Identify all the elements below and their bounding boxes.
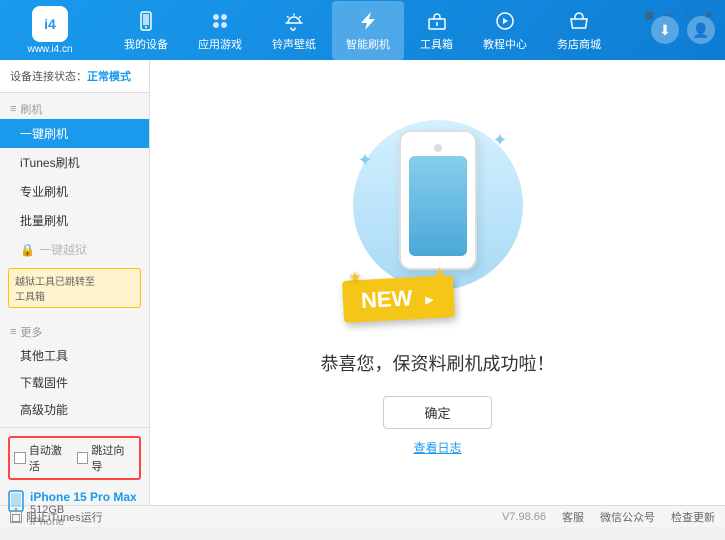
- notice-detail: 工具箱: [15, 288, 134, 303]
- maximize-button[interactable]: □: [681, 8, 697, 22]
- status-value: 正常模式: [87, 71, 131, 83]
- notice-title: 越狱工具已跳转至: [15, 273, 134, 288]
- app-logo: i4 www.i4.cn: [10, 6, 90, 55]
- apps-icon: [208, 9, 232, 33]
- lock-icon: 🔒: [20, 243, 35, 257]
- minimize-button[interactable]: ─: [661, 8, 677, 22]
- sidebar: 设备连接状态：正常模式 ≡ 刷机 一键刷机 iTunes刷机 专业刷机 批量刷机…: [0, 60, 150, 505]
- flash-section: ≡ 刷机 一键刷机 iTunes刷机 专业刷机 批量刷机 🔒 一键越狱 越狱工具…: [0, 93, 149, 316]
- nav-bar: 我的设备 应用游戏 铃声壁纸 智能刷机 工具箱: [110, 1, 651, 60]
- auto-guide-checkbox[interactable]: 跳过向导: [77, 442, 136, 474]
- footer-left: ☐ 阻止iTunes运行: [10, 509, 482, 525]
- nav-smart-flash[interactable]: 智能刷机: [332, 1, 404, 60]
- store-icon: [567, 9, 591, 33]
- toolbox-icon: [425, 9, 449, 33]
- checkbox-icon2: [77, 452, 89, 464]
- nav-label-ringtones: 铃声壁纸: [272, 36, 316, 52]
- ringtone-icon: [282, 9, 306, 33]
- auto-options-box: 自动激活 跳过向导: [8, 436, 141, 480]
- connection-status: 设备连接状态：正常模式: [0, 60, 149, 93]
- stop-itunes-checkbox[interactable]: ☐: [10, 511, 22, 523]
- nav-label-tutorial: 教程中心: [483, 36, 527, 52]
- confirm-button[interactable]: 确定: [383, 396, 491, 429]
- arrow-icon: ►: [422, 291, 437, 308]
- nav-label-store: 务店商城: [557, 36, 601, 52]
- sidebar-item-jailbreak: 🔒 一键越狱: [0, 235, 149, 264]
- sparkle-icon-2: ✦: [358, 150, 373, 171]
- more-icon: ≡: [10, 326, 16, 338]
- main-content: ✦ ✦ ★ NEW ★ ► 恭喜您，保资料刷机成功啦！ 确定 查看日志: [150, 60, 725, 505]
- nav-apps-games[interactable]: 应用游戏: [184, 1, 256, 60]
- nav-label-device: 我的设备: [124, 36, 168, 52]
- logo-icon: i4: [32, 6, 68, 42]
- star-left: ★: [349, 269, 360, 284]
- nav-label-toolbox: 工具箱: [420, 36, 453, 52]
- more-group-label: ≡ 更多: [0, 320, 149, 342]
- nav-toolbox[interactable]: 工具箱: [406, 1, 467, 60]
- device-name: iPhone 15 Pro Max: [30, 490, 137, 504]
- view-log-link[interactable]: 查看日志: [413, 439, 461, 456]
- logo-text: i4: [44, 16, 56, 32]
- jailbreak-notice: 越狱工具已跳转至 工具箱: [8, 268, 141, 308]
- star-right: ★: [433, 265, 444, 280]
- footer-link-wechat[interactable]: 微信公众号: [600, 509, 655, 525]
- flash-group-icon: ≡: [10, 103, 16, 115]
- more-section: ≡ 更多 其他工具 下载固件 高级功能: [0, 316, 149, 427]
- sidebar-item-one-key-flash[interactable]: 一键刷机: [0, 119, 149, 148]
- success-illustration: ✦ ✦ ★ NEW ★ ►: [338, 110, 538, 330]
- sidebar-item-other-tools[interactable]: 其他工具: [0, 342, 149, 369]
- stop-itunes-label: 阻止iTunes运行: [26, 509, 103, 525]
- nav-ringtones[interactable]: 铃声壁纸: [258, 1, 330, 60]
- sidebar-item-download-firmware[interactable]: 下载固件: [0, 369, 149, 396]
- footer: ☐ 阻止iTunes运行 V7.98.66 客服 微信公众号 检查更新: [0, 505, 725, 527]
- window-controls: ▦ ─ □ ✕: [641, 8, 717, 22]
- sidebar-item-pro-flash[interactable]: 专业刷机: [0, 177, 149, 206]
- auto-activate-checkbox[interactable]: 自动激活: [14, 442, 73, 474]
- sidebar-item-advanced[interactable]: 高级功能: [0, 396, 149, 423]
- phone-camera: [434, 144, 442, 152]
- device-icon: [134, 9, 158, 33]
- footer-link-support[interactable]: 客服: [562, 509, 584, 525]
- logo-subtext: www.i4.cn: [27, 44, 72, 55]
- flash-icon: [356, 9, 380, 33]
- nav-store[interactable]: 务店商城: [543, 1, 615, 60]
- tutorial-icon: [493, 9, 517, 33]
- nav-label-flash: 智能刷机: [346, 36, 390, 52]
- header: i4 www.i4.cn 我的设备 应用游戏 铃声壁纸 智能刷机: [0, 0, 725, 60]
- phone-illustration: [399, 130, 477, 270]
- close-button[interactable]: ✕: [701, 8, 717, 22]
- nav-tutorial[interactable]: 教程中心: [469, 1, 541, 60]
- sidebar-item-batch-flash[interactable]: 批量刷机: [0, 206, 149, 235]
- phone-screen-area: [409, 156, 467, 256]
- footer-right: V7.98.66 客服 微信公众号 检查更新: [502, 509, 715, 525]
- version-label: V7.98.66: [502, 511, 546, 523]
- footer-link-update[interactable]: 检查更新: [671, 509, 715, 525]
- status-label: 设备连接状态：: [10, 71, 87, 83]
- new-badge: ★ NEW ★ ►: [341, 275, 454, 323]
- checkbox-icon: [14, 452, 26, 464]
- window-grid-icon: ▦: [641, 8, 657, 22]
- flash-group-label: ≡ 刷机: [0, 97, 149, 119]
- sidebar-item-itunes-flash[interactable]: iTunes刷机: [0, 148, 149, 177]
- nav-label-apps: 应用游戏: [198, 36, 242, 52]
- success-message: 恭喜您，保资料刷机成功啦！: [321, 350, 555, 376]
- new-badge-container: ★ NEW ★ ►: [343, 278, 454, 320]
- nav-my-device[interactable]: 我的设备: [110, 1, 182, 60]
- main-layout: 设备连接状态：正常模式 ≡ 刷机 一键刷机 iTunes刷机 专业刷机 批量刷机…: [0, 60, 725, 505]
- sparkle-icon-1: ✦: [492, 130, 507, 151]
